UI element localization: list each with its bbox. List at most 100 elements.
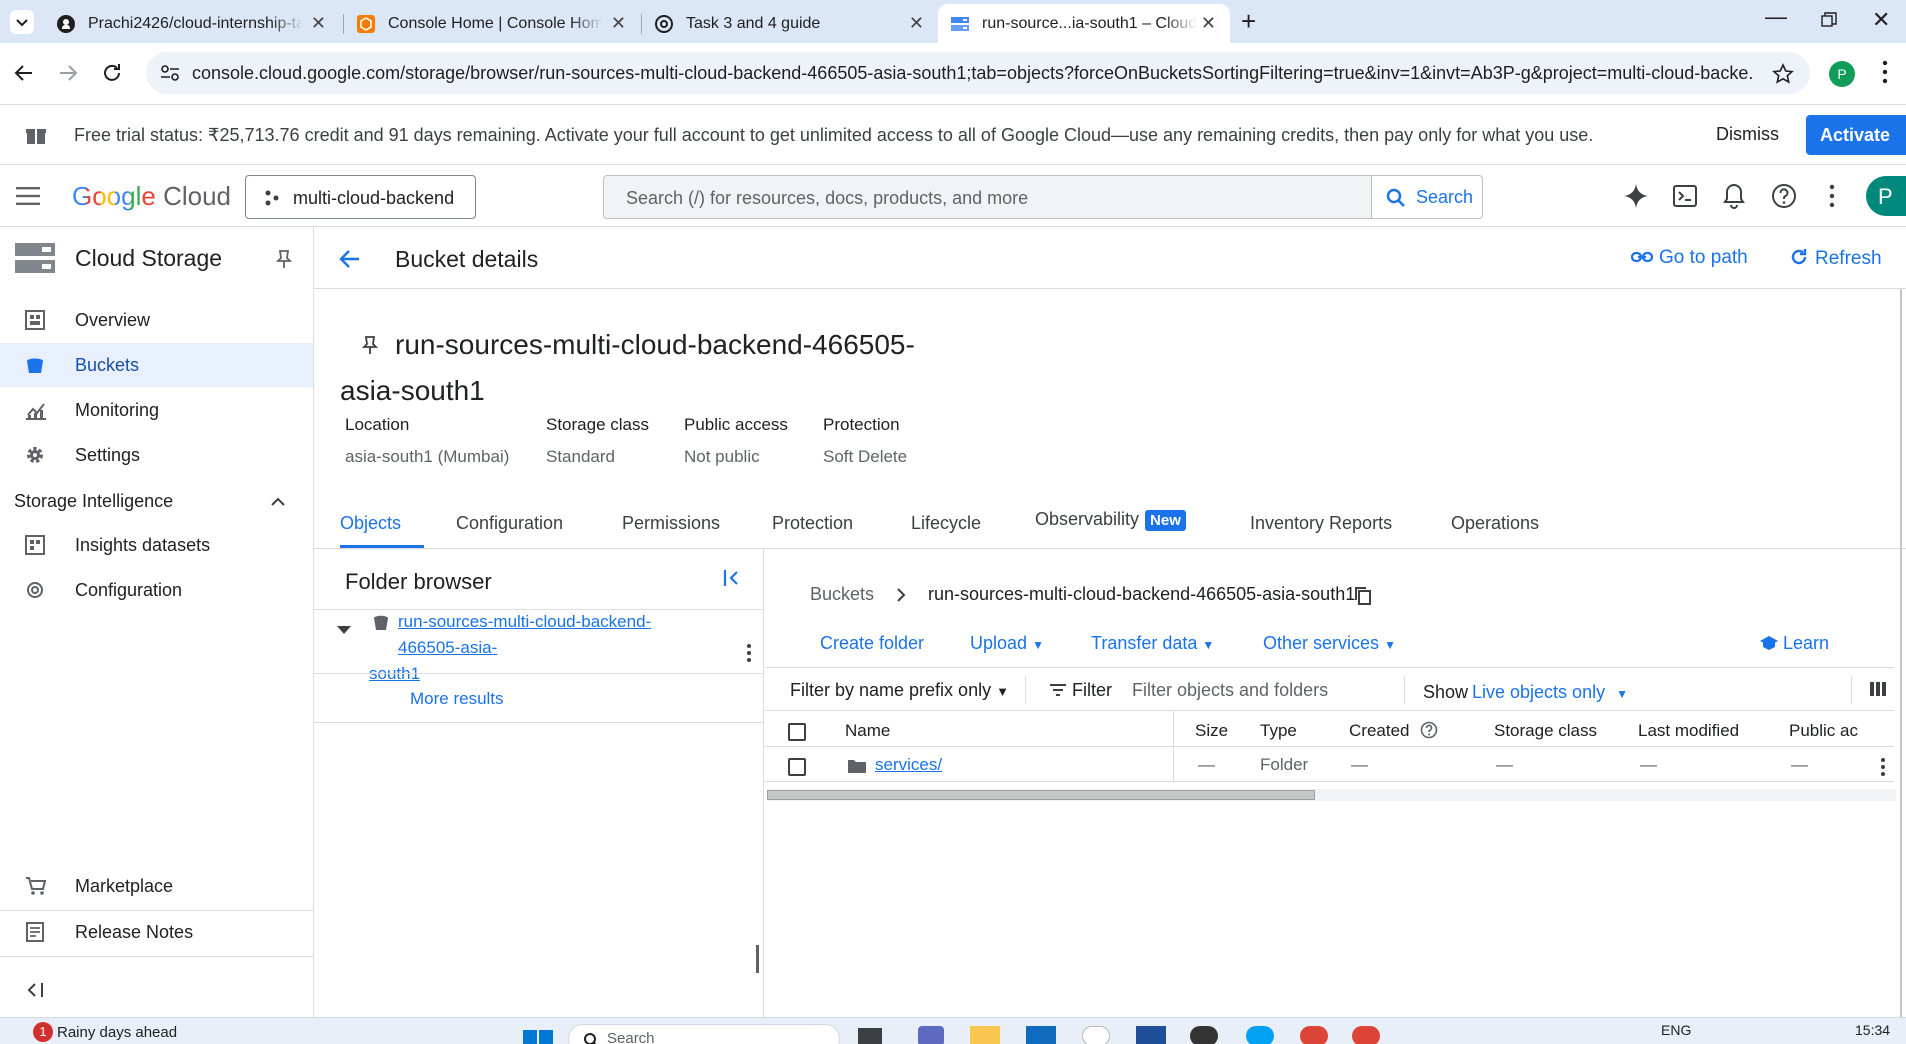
site-settings-icon[interactable] bbox=[160, 64, 180, 82]
weather-widget[interactable]: Rainy days ahead bbox=[57, 1024, 177, 1041]
create-folder-button[interactable]: Create folder bbox=[820, 633, 924, 654]
window-close-button[interactable]: ✕ bbox=[1872, 7, 1890, 33]
column-header-name[interactable]: Name bbox=[845, 721, 890, 741]
store-icon[interactable] bbox=[1136, 1026, 1166, 1044]
column-header-created[interactable]: Created bbox=[1349, 721, 1438, 741]
browser-tab-chatgpt[interactable]: Task 3 and 4 guide ✕ bbox=[642, 4, 938, 43]
copy-icon[interactable] bbox=[1354, 586, 1372, 606]
reload-button[interactable] bbox=[100, 61, 124, 85]
sidebar-item-settings[interactable]: Settings bbox=[0, 433, 313, 477]
column-display-icon[interactable] bbox=[1869, 681, 1887, 697]
row-checkbox[interactable] bbox=[788, 758, 806, 776]
caret-down-icon[interactable] bbox=[336, 625, 352, 635]
other-services-button[interactable]: Other services ▼ bbox=[1263, 633, 1396, 654]
filter-mode-select[interactable]: Filter by name prefix only ▼ bbox=[790, 680, 1009, 701]
learn-button[interactable]: Learn bbox=[1759, 633, 1829, 654]
chrome-icon[interactable] bbox=[1300, 1026, 1328, 1044]
file-explorer-icon[interactable] bbox=[970, 1026, 1000, 1044]
tab-configuration[interactable]: Configuration bbox=[456, 513, 563, 534]
upload-button[interactable]: Upload ▼ bbox=[970, 633, 1044, 654]
chrome-icon[interactable] bbox=[1352, 1026, 1380, 1044]
close-tab-icon[interactable]: ✕ bbox=[909, 13, 924, 34]
main-menu-button[interactable] bbox=[16, 186, 40, 206]
chevron-up-icon[interactable] bbox=[270, 495, 286, 507]
sidebar-section-header[interactable]: Storage Intelligence bbox=[14, 491, 173, 512]
folder-tree-root[interactable]: run-sources-multi-cloud-backend-466505-a… bbox=[369, 609, 709, 687]
window-restore-button[interactable] bbox=[1821, 12, 1837, 28]
project-picker[interactable]: multi-cloud-backend bbox=[245, 175, 476, 219]
tab-observability[interactable]: Observability New bbox=[1035, 509, 1186, 531]
cloud-shell-icon[interactable] bbox=[1673, 184, 1697, 208]
forward-button[interactable] bbox=[56, 61, 80, 85]
horizontal-scrollbar-thumb[interactable] bbox=[767, 790, 1315, 800]
transfer-data-button[interactable]: Transfer data ▼ bbox=[1091, 633, 1214, 654]
edge-icon[interactable] bbox=[1246, 1026, 1274, 1044]
sidebar-item-insights-datasets[interactable]: Insights datasets bbox=[0, 523, 313, 567]
vertical-scrollbar[interactable] bbox=[1900, 289, 1902, 1017]
input-language[interactable]: ENG bbox=[1661, 1022, 1691, 1038]
dismiss-button[interactable]: Dismiss bbox=[1716, 124, 1779, 145]
windows-start-icon[interactable] bbox=[523, 1030, 553, 1044]
help-icon[interactable] bbox=[1771, 183, 1797, 209]
collapse-sidebar-icon[interactable] bbox=[26, 982, 46, 998]
browser-tab-github[interactable]: Prachi2426/cloud-internship-ta ✕ bbox=[44, 4, 340, 43]
sidebar-item-overview[interactable]: Overview bbox=[0, 298, 313, 342]
sidebar-item-release-notes[interactable]: Release Notes bbox=[0, 910, 313, 954]
go-to-path-button[interactable]: Go to path bbox=[1631, 247, 1748, 269]
sidebar-item-buckets[interactable]: Buckets bbox=[0, 343, 313, 387]
sidebar-item-configuration[interactable]: Configuration bbox=[0, 568, 313, 612]
tab-lifecycle[interactable]: Lifecycle bbox=[911, 513, 981, 534]
arrow-back-icon[interactable] bbox=[338, 247, 362, 271]
google-cloud-logo[interactable]: Google Cloud bbox=[72, 181, 231, 212]
new-tab-button[interactable]: + bbox=[1241, 6, 1256, 37]
pane-resize-handle[interactable] bbox=[756, 945, 759, 973]
show-select[interactable]: Live objects only ▼ bbox=[1472, 682, 1628, 703]
collapse-panel-icon[interactable] bbox=[723, 569, 741, 587]
address-bar[interactable]: console.cloud.google.com/storage/browser… bbox=[146, 52, 1810, 94]
browser-tab-cloud-storage[interactable]: run-source...ia-south1 – Cloud S ✕ bbox=[938, 4, 1230, 43]
app-icon[interactable] bbox=[1026, 1026, 1056, 1044]
close-tab-icon[interactable]: ✕ bbox=[1201, 13, 1216, 34]
pin-icon[interactable] bbox=[276, 249, 292, 269]
close-tab-icon[interactable]: ✕ bbox=[611, 13, 626, 34]
tab-protection[interactable]: Protection bbox=[772, 513, 853, 534]
sidebar-item-marketplace[interactable]: Marketplace bbox=[0, 864, 313, 908]
tab-objects[interactable]: Objects bbox=[340, 513, 401, 534]
sidebar-item-monitoring[interactable]: Monitoring bbox=[0, 388, 313, 432]
more-results-link[interactable]: More results bbox=[410, 689, 504, 709]
taskbar-search[interactable]: Search bbox=[568, 1024, 840, 1044]
refresh-button[interactable]: Refresh bbox=[1789, 247, 1882, 270]
back-button[interactable] bbox=[12, 61, 36, 85]
clock-time[interactable]: 15:34 bbox=[1855, 1022, 1890, 1038]
app-icon[interactable] bbox=[1082, 1026, 1110, 1044]
gemini-sparkle-icon[interactable] bbox=[1622, 182, 1650, 210]
browser-menu-button[interactable] bbox=[1882, 59, 1888, 85]
console-search[interactable]: Search (/) for resources, docs, products… bbox=[603, 175, 1483, 219]
object-name-link[interactable]: services/ bbox=[875, 755, 942, 775]
notifications-bell-icon[interactable] bbox=[1723, 183, 1745, 209]
more-vert-icon[interactable] bbox=[1829, 183, 1835, 209]
help-icon[interactable] bbox=[1420, 721, 1438, 739]
column-header-last-modified[interactable]: Last modified bbox=[1638, 721, 1739, 741]
more-vert-icon[interactable] bbox=[746, 643, 752, 663]
tab-inventory-reports[interactable]: Inventory Reports bbox=[1250, 513, 1392, 534]
column-header-public-access[interactable]: Public ac bbox=[1789, 721, 1858, 741]
chatgpt-icon[interactable] bbox=[1190, 1026, 1218, 1044]
tab-operations[interactable]: Operations bbox=[1451, 513, 1539, 534]
bookmark-star-icon[interactable] bbox=[1772, 63, 1794, 85]
breadcrumb-buckets[interactable]: Buckets bbox=[810, 584, 874, 605]
select-all-checkbox[interactable] bbox=[788, 723, 806, 741]
task-view-icon[interactable] bbox=[858, 1028, 882, 1044]
filter-input[interactable]: Filter objects and folders bbox=[1132, 680, 1328, 701]
tab-list-dropdown-button[interactable] bbox=[10, 10, 34, 34]
tab-permissions[interactable]: Permissions bbox=[622, 513, 720, 534]
close-tab-icon[interactable]: ✕ bbox=[311, 13, 326, 34]
horizontal-scrollbar-track[interactable] bbox=[767, 789, 1896, 801]
teams-icon[interactable] bbox=[918, 1026, 944, 1044]
column-header-size[interactable]: Size bbox=[1195, 721, 1228, 741]
window-minimize-button[interactable]: — bbox=[1765, 4, 1787, 30]
more-vert-icon[interactable] bbox=[1880, 757, 1886, 777]
activate-button[interactable]: Activate bbox=[1806, 115, 1906, 155]
account-avatar[interactable]: P bbox=[1866, 176, 1906, 216]
search-input[interactable]: Search (/) for resources, docs, products… bbox=[626, 188, 1028, 209]
